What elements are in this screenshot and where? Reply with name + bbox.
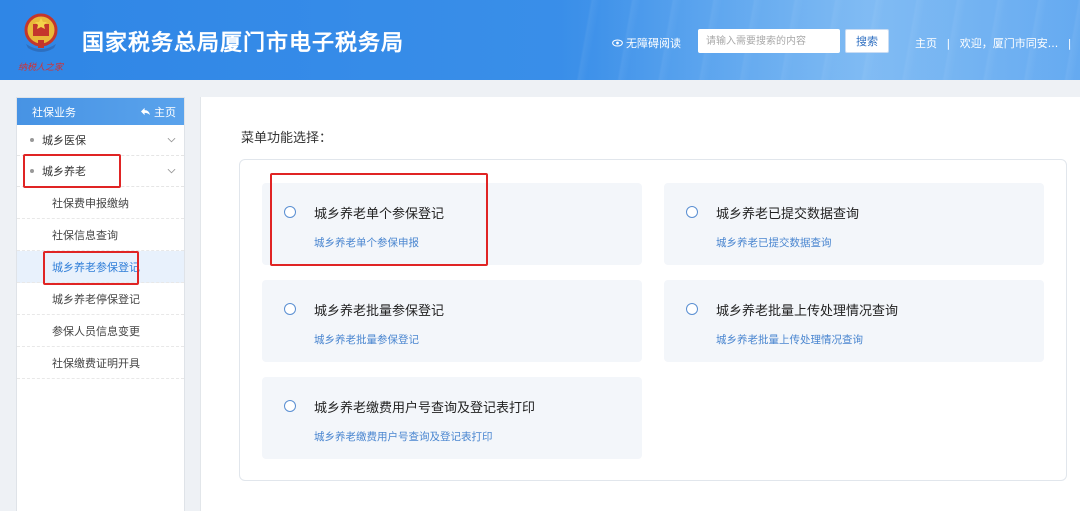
link-separator: | bbox=[946, 37, 951, 50]
menu-section-label: 菜单功能选择： bbox=[241, 131, 333, 146]
sidebar-home-label: 主页 bbox=[154, 105, 176, 119]
site-title: 国家税务总局厦门市电子税务局 bbox=[82, 31, 405, 56]
sidebar-section-title: 社保业务 bbox=[32, 105, 76, 119]
top-header: 纳税人之家 国家税务总局厦门市电子税务局 无障碍阅读 搜索 主页 | 欢迎，厦门… bbox=[0, 0, 1080, 80]
accessibility-link[interactable]: 无障碍阅读 bbox=[612, 35, 681, 51]
menu-panel: 城乡养老单个参保登记 城乡养老单个参保申报 城乡养老已提交数据查询 城乡养老已提… bbox=[239, 159, 1067, 481]
sidebar-item-pension-stop[interactable]: 城乡养老停保登记 bbox=[17, 283, 184, 315]
sidebar-item-member-info-change[interactable]: 参保人员信息变更 bbox=[17, 315, 184, 347]
card-title: 城乡养老批量参保登记 bbox=[314, 304, 445, 319]
menu-card-pension-batch-upload-query[interactable]: 城乡养老批量上传处理情况查询 城乡养老批量上传处理情况查询 bbox=[664, 280, 1044, 362]
sidebar-group-rural-pension[interactable]: 城乡养老 bbox=[17, 156, 184, 187]
menu-card-pension-payment-id-print[interactable]: 城乡养老缴费用户号查询及登记表打印 城乡养老缴费用户号查询及登记表打印 bbox=[262, 377, 642, 459]
welcome-user-link[interactable]: 欢迎，厦门市同安... bbox=[960, 37, 1059, 50]
card-subtitle: 城乡养老缴费用户号查询及登记表打印 bbox=[314, 431, 493, 443]
chevron-down-icon bbox=[167, 137, 176, 143]
menu-card-pension-batch-enroll[interactable]: 城乡养老批量参保登记 城乡养老批量参保登记 bbox=[262, 280, 642, 362]
sidebar-item-social-fee-declare[interactable]: 社保费申报缴纳 bbox=[17, 187, 184, 219]
tax-emblem-icon bbox=[24, 13, 58, 52]
menu-card-pension-submitted-query[interactable]: 城乡养老已提交数据查询 城乡养老已提交数据查询 bbox=[664, 183, 1044, 265]
back-arrow-icon bbox=[141, 107, 150, 116]
sidebar-item-pension-enroll[interactable]: 城乡养老参保登记 bbox=[17, 251, 184, 283]
home-link[interactable]: 主页 bbox=[915, 37, 937, 50]
radio-button[interactable] bbox=[686, 303, 698, 315]
link-separator: | bbox=[1067, 37, 1072, 50]
card-subtitle: 城乡养老批量上传处理情况查询 bbox=[716, 334, 863, 346]
card-title: 城乡养老缴费用户号查询及登记表打印 bbox=[314, 401, 536, 416]
sidebar-home-button[interactable]: 主页 bbox=[140, 104, 176, 120]
card-subtitle: 城乡养老单个参保申报 bbox=[314, 237, 419, 249]
search-input[interactable] bbox=[698, 29, 840, 53]
top-links: 主页 | 欢迎，厦门市同安... | bbox=[915, 35, 1071, 51]
chevron-down-icon bbox=[167, 168, 176, 174]
sidebar-header: 社保业务 主页 bbox=[17, 98, 184, 125]
accessibility-label: 无障碍阅读 bbox=[626, 37, 681, 50]
bullet-icon bbox=[30, 169, 34, 173]
sidebar-item-social-info-query[interactable]: 社保信息查询 bbox=[17, 219, 184, 251]
emblem-caption: 纳税人之家 bbox=[18, 63, 64, 73]
card-title: 城乡养老已提交数据查询 bbox=[716, 207, 860, 222]
eye-icon bbox=[612, 39, 623, 47]
card-subtitle: 城乡养老已提交数据查询 bbox=[716, 237, 832, 249]
sidebar-group-label: 城乡养老 bbox=[42, 165, 86, 178]
radio-button[interactable] bbox=[686, 206, 698, 218]
sidebar-group-rural-medical[interactable]: 城乡医保 bbox=[17, 125, 184, 156]
bullet-icon bbox=[30, 138, 34, 142]
card-subtitle: 城乡养老批量参保登记 bbox=[314, 334, 419, 346]
card-title: 城乡养老单个参保登记 bbox=[314, 207, 445, 222]
menu-card-pension-single-enroll[interactable]: 城乡养老单个参保登记 城乡养老单个参保申报 bbox=[262, 183, 642, 265]
sidebar: 社保业务 主页 城乡医保 城乡养老 社保费申报缴纳 社保信息查询 城乡养老参保登… bbox=[16, 97, 185, 511]
sidebar-item-payment-certificate[interactable]: 社保缴费证明开具 bbox=[17, 347, 184, 379]
radio-button[interactable] bbox=[284, 303, 296, 315]
radio-button[interactable] bbox=[284, 400, 296, 412]
main-content: 菜单功能选择： 城乡养老单个参保登记 城乡养老单个参保申报 城乡养老已提交数据查… bbox=[200, 97, 1080, 511]
search-button[interactable]: 搜索 bbox=[845, 29, 889, 53]
radio-button[interactable] bbox=[284, 206, 296, 218]
sidebar-group-label: 城乡医保 bbox=[42, 134, 86, 147]
card-title: 城乡养老批量上传处理情况查询 bbox=[716, 304, 899, 319]
